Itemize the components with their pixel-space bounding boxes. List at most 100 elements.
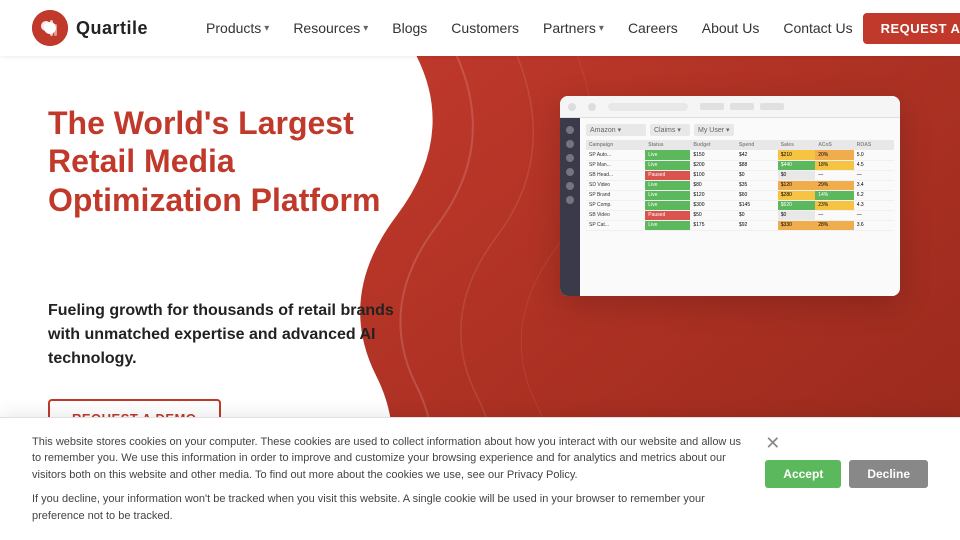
db-filter-2: Claims ▾ [650,124,690,136]
cell-roas: 5.0 [854,150,894,160]
cell-sales: $280 [778,190,815,200]
cell-status: Live [645,180,690,190]
col-acos: ACoS [815,140,854,150]
col-spend: Spend [736,140,778,150]
cell-status: Live [645,190,690,200]
db-filter-3: My User ▾ [694,124,734,136]
nav-cta-button[interactable]: REQUEST A DEMO [863,13,960,44]
cell-acos: — [815,210,854,220]
chevron-down-icon: ▾ [599,23,604,34]
sidebar-icon-2 [566,140,574,148]
nav-customers[interactable]: Customers [441,14,529,42]
cookie-accept-button[interactable]: Accept [765,460,841,488]
sidebar-icon-4 [566,168,574,176]
cell-budget: $120 [690,190,736,200]
sidebar-icon-5 [566,182,574,190]
cell-status: Live [645,160,690,170]
cell-status: Live [645,200,690,210]
nav-contact[interactable]: Contact Us [773,14,862,42]
col-campaign: Campaign [586,140,645,150]
nav-about[interactable]: About Us [692,14,770,42]
cell-campaign: SP Man... [586,160,645,170]
cell-status: Paused [645,170,690,180]
cell-spend: $60 [736,190,778,200]
chevron-down-icon: ▾ [363,23,368,34]
cell-roas: — [854,170,894,180]
table-header-row: Campaign Status Budget Spend Sales ACoS … [586,140,894,150]
cell-campaign: SP Cat... [586,220,645,230]
cell-spend: $42 [736,150,778,160]
cell-campaign: SD Video [586,180,645,190]
db-dot-1 [568,103,576,111]
cell-sales: $210 [778,150,815,160]
table-row: SP Man... Live $200 $88 $440 18% 4.5 [586,160,894,170]
table-row: SB Head... Paused $100 $0 $0 — — [586,170,894,180]
sidebar-icon-1 [566,126,574,134]
cell-acos: 23% [815,200,854,210]
cell-acos: 18% [815,160,854,170]
table-row: SP Brand Live $120 $60 $280 14% 6.2 [586,190,894,200]
nav-careers[interactable]: Careers [618,14,688,42]
dashboard-mockup: Amazon ▾ Claims ▾ My User ▾ Campaign Sta… [560,96,900,296]
hero-subtitle: Fueling growth for thousands of retail b… [48,299,408,371]
nav-partners[interactable]: Partners ▾ [533,14,614,42]
cell-acos: 14% [815,190,854,200]
col-roas: ROAS [854,140,894,150]
table-row: SP Cat... Live $175 $92 $330 28% 3.6 [586,220,894,230]
cookie-banner-inner: This website stores cookies on your comp… [32,434,928,525]
cookie-buttons: Accept Decline [765,460,928,488]
dashboard-table: Campaign Status Budget Spend Sales ACoS … [586,140,894,231]
dashboard-header [560,96,900,118]
hero-title: The World's Largest Retail Media Optimiz… [48,104,428,219]
cell-roas: — [854,210,894,220]
nav-resources[interactable]: Resources ▾ [283,14,378,42]
logo-text: Quartile [76,18,148,39]
cell-budget: $175 [690,220,736,230]
logo[interactable]: Quartile [32,10,148,46]
cell-spend: $92 [736,220,778,230]
table-row: SP Comp. Live $300 $145 $620 23% 4.3 [586,200,894,210]
cell-roas: 3.4 [854,180,894,190]
nav-blogs[interactable]: Blogs [382,14,437,42]
cell-acos: 28% [815,220,854,230]
db-header-btn-2 [730,103,754,110]
cell-sales: $0 [778,170,815,180]
nav-links: Products ▾ Resources ▾ Blogs Customers P… [196,14,863,42]
cell-spend: $35 [736,180,778,190]
cookie-decline-button[interactable]: Decline [849,460,928,488]
cell-spend: $88 [736,160,778,170]
cell-roas: 4.5 [854,160,894,170]
nav-products[interactable]: Products ▾ [196,14,279,42]
db-header-btn-3 [760,103,784,110]
cell-campaign: SP Auto... [586,150,645,160]
cookie-text-primary: This website stores cookies on your comp… [32,434,749,484]
cell-sales: $330 [778,220,815,230]
cell-budget: $100 [690,170,736,180]
cell-acos: — [815,170,854,180]
cookie-close-button[interactable]: ✕ [765,434,780,452]
sidebar-icon-6 [566,196,574,204]
cookie-banner: This website stores cookies on your comp… [0,417,960,540]
col-status: Status [645,140,690,150]
dashboard-topbar: Amazon ▾ Claims ▾ My User ▾ [586,124,894,136]
sidebar-icon-3 [566,154,574,162]
cell-acos: 20% [815,150,854,160]
table-row: SB Video Paused $50 $0 $0 — — [586,210,894,220]
col-sales: Sales [778,140,815,150]
cell-campaign: SB Head... [586,170,645,180]
cell-campaign: SP Comp. [586,200,645,210]
cell-roas: 6.2 [854,190,894,200]
cell-budget: $300 [690,200,736,210]
db-dot-2 [588,103,596,111]
cell-sales: $440 [778,160,815,170]
table-row: SP Auto... Live $150 $42 $210 20% 5.0 [586,150,894,160]
cookie-actions-col: ✕ Accept Decline [765,434,928,488]
cell-acos: 29% [815,180,854,190]
cell-sales: $120 [778,180,815,190]
cell-status: Live [645,150,690,160]
col-budget: Budget [690,140,736,150]
cell-sales: $620 [778,200,815,210]
cell-roas: 4.3 [854,200,894,210]
dashboard-sidebar [560,118,580,296]
cell-spend: $0 [736,210,778,220]
